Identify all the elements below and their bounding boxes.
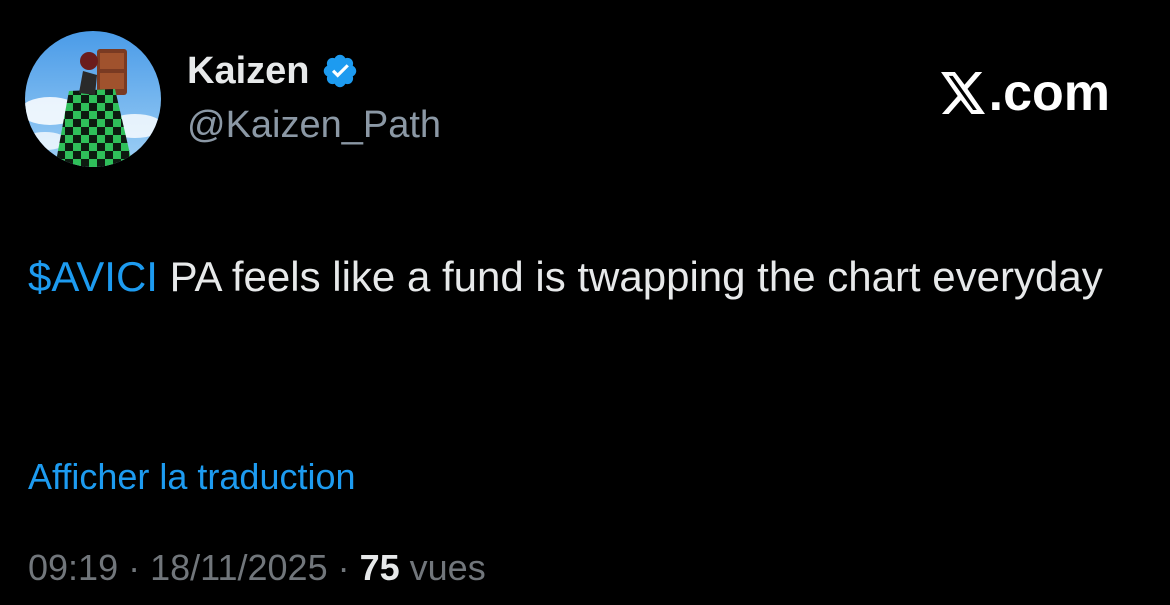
views-count: 75 <box>359 547 400 588</box>
avatar-image <box>25 31 161 167</box>
translate-link[interactable]: Afficher la traduction <box>28 452 356 502</box>
meta-separator: · <box>327 547 360 588</box>
views-label: vues <box>399 547 486 588</box>
tweet-text-content: PA feels like a fund is twapping the cha… <box>157 253 1103 300</box>
author-display-name[interactable]: Kaizen <box>187 46 309 96</box>
tweet-text: $AVICI PA feels like a fund is twapping … <box>28 244 1148 310</box>
author-handle[interactable]: @Kaizen_Path <box>187 100 441 150</box>
author-name-row: Kaizen <box>187 46 359 96</box>
verified-badge-icon <box>321 52 359 90</box>
tweet-card: Kaizen @Kaizen_Path .com $AVICI PA feels… <box>0 0 1170 605</box>
brand-domain-text: .com <box>988 64 1110 122</box>
tweet-metadata: 09:19 · 18/11/2025 · 75 vues <box>28 542 486 594</box>
cashtag-link[interactable]: $AVICI <box>28 253 158 300</box>
x-logo-icon <box>939 70 987 116</box>
tweet-date[interactable]: 18/11/2025 <box>150 547 328 588</box>
avatar[interactable] <box>25 31 161 167</box>
tweet-time[interactable]: 09:19 <box>28 547 118 588</box>
meta-separator: · <box>118 547 151 588</box>
brand-watermark: .com <box>939 62 1110 124</box>
